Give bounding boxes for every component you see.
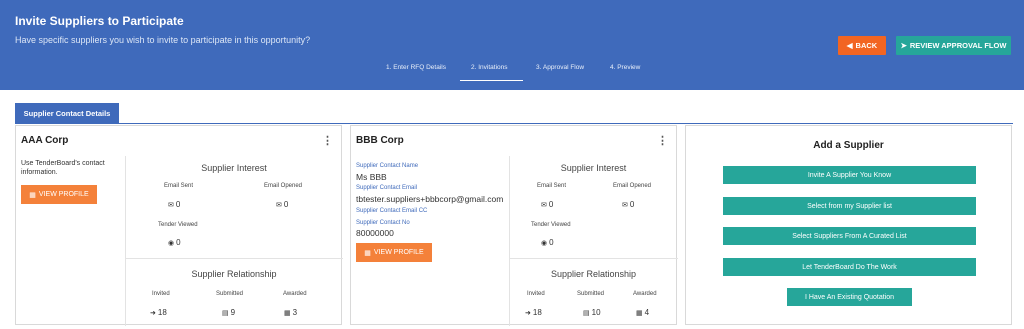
sign-in-icon: ➜ [525,310,531,317]
contact-email-cc-label: Supplier Contact Email CC [356,208,428,214]
submitted-value: ▤ 10 [583,308,601,317]
contact-no-label: Supplier Contact No [356,220,410,226]
eye-icon: ◉ [168,240,175,247]
supplier-name: AAA Corp [21,135,69,146]
email-sent-label: Email Sent [537,183,567,189]
envelope-icon: ✉ [541,202,547,209]
building-icon: ▦ [29,191,36,199]
supplier-relationship-heading: Supplier Relationship [550,269,637,279]
let-tenderboard-do-work-button[interactable]: Let TenderBoard Do The Work [723,258,976,276]
tender-viewed-value: ◉ 0 [541,238,554,247]
tab-divider [15,123,1013,124]
review-approval-flow-button[interactable]: ➤ REVIEW APPROVAL FLOW [896,36,1011,55]
step-enter-rfq-details[interactable]: 1. Enter RFQ Details [386,64,446,71]
building-icon: ▦ [364,249,371,257]
contact-name-label: Supplier Contact Name [356,163,419,169]
page-header: Invite Suppliers to Participate Have spe… [0,0,1024,90]
select-curated-suppliers-button[interactable]: Select Suppliers From A Curated List [723,227,976,245]
back-button-label: BACK [855,41,878,50]
card-divider [509,156,510,326]
view-profile-button[interactable]: ▦ VIEW PROFILE [21,185,97,204]
email-sent-label: Email Sent [164,183,194,189]
kebab-menu-icon[interactable]: ⋮ [657,136,668,147]
contact-info-note: Use TenderBoard's contact information. [21,160,105,177]
review-button-label: REVIEW APPROVAL FLOW [909,41,1007,50]
awarded-label: Awarded [633,291,657,297]
kebab-menu-icon[interactable]: ⋮ [322,136,333,147]
step-invitations[interactable]: 2. Invitations [471,64,508,71]
tender-viewed-value: ◉ 0 [168,238,181,247]
contact-email-value: tbtester.suppliers+bbbcorp@gmail.com [356,194,504,204]
back-button[interactable]: ◀ BACK [838,36,886,55]
gift-icon: ▦ [284,310,291,317]
arrow-left-icon: ◀ [846,41,853,50]
email-opened-label: Email Opened [613,183,652,189]
select-from-supplier-list-button[interactable]: Select from my Supplier list [723,197,976,215]
email-opened-value: ✉ 0 [276,200,289,209]
envelope-open-icon: ✉ [622,202,628,209]
card-divider [125,156,126,326]
existing-quotation-button[interactable]: I Have An Existing Quotation [787,288,912,306]
add-supplier-card: Add a Supplier Invite A Supplier You Kno… [685,125,1012,325]
contact-no-value: 80000000 [356,228,394,238]
supplier-name: BBB Corp [356,135,404,146]
envelope-icon: ✉ [168,202,174,209]
invited-label: Invited [152,291,170,297]
email-opened-value: ✉ 0 [622,200,635,209]
add-supplier-title: Add a Supplier [813,140,884,151]
email-sent-value: ✉ 0 [168,200,181,209]
contact-name-value: Ms BBB [356,172,387,182]
invited-label: Invited [527,291,545,297]
awarded-label: Awarded [283,291,307,297]
submitted-label: Submitted [216,291,244,297]
step-approval-flow[interactable]: 3. Approval Flow [536,64,584,71]
wizard-steps: 1. Enter RFQ Details 2. Invitations 3. A… [0,64,1024,84]
view-profile-button[interactable]: ▦ VIEW PROFILE [356,243,432,262]
section-divider [125,258,343,259]
book-icon: ▤ [222,310,229,317]
supplier-relationship-heading: Supplier Relationship [191,269,277,279]
book-icon: ▤ [583,310,590,317]
step-preview[interactable]: 4. Preview [610,64,640,71]
awarded-value: ▦ 3 [284,308,298,317]
view-profile-label: VIEW PROFILE [373,249,424,256]
submitted-value: ▤ 9 [222,308,236,317]
supplier-card-aaa: AAA Corp ⋮ Use TenderBoard's contact inf… [15,125,343,326]
section-divider [509,258,678,259]
email-sent-value: ✉ 0 [541,200,554,209]
tab-supplier-contact-details[interactable]: Supplier Contact Details [15,103,119,124]
contact-email-label: Supplier Contact Email [356,185,418,191]
awarded-value: ▦ 4 [636,308,650,317]
supplier-interest-heading: Supplier Interest [560,163,627,173]
active-step-indicator [460,80,523,81]
arrow-right-icon: ➤ [900,41,907,50]
view-profile-label: VIEW PROFILE [38,191,89,198]
page-title: Invite Suppliers to Participate [15,14,184,28]
sign-in-icon: ➜ [150,310,156,317]
page-subtitle: Have specific suppliers you wish to invi… [15,35,311,45]
invite-known-supplier-button[interactable]: Invite A Supplier You Know [723,166,976,184]
eye-icon: ◉ [541,240,548,247]
supplier-card-bbb: BBB Corp ⋮ Supplier Contact Name Ms BBB … [350,125,678,326]
tender-viewed-label: Tender Viewed [531,222,571,228]
email-opened-label: Email Opened [264,183,303,189]
tender-viewed-label: Tender Viewed [158,222,198,228]
supplier-interest-heading: Supplier Interest [201,163,267,173]
envelope-open-icon: ✉ [276,202,282,209]
gift-icon: ▦ [636,310,643,317]
submitted-label: Submitted [577,291,605,297]
invited-value: ➜ 18 [150,308,167,317]
invited-value: ➜ 18 [525,308,542,317]
